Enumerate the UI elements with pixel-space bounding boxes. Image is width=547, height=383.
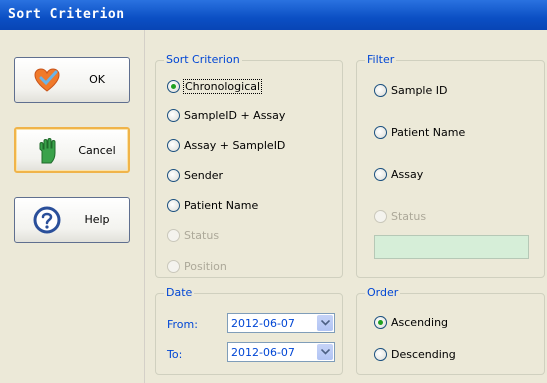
to-date-value: 2012-06-07 (231, 346, 295, 359)
sort-criterion-legend: Sort Criterion (164, 53, 242, 66)
ok-button-label: OK (89, 73, 105, 86)
button-pane: OK Cancel Help (0, 30, 145, 383)
chevron-down-icon[interactable] (317, 315, 333, 331)
sort-option-position: Position (167, 258, 227, 274)
from-date-picker[interactable]: 2012-06-07 (227, 313, 335, 333)
filter-legend: Filter (365, 53, 397, 66)
radio-dot (374, 125, 387, 139)
radio-dot (167, 228, 180, 242)
date-legend: Date (164, 286, 195, 299)
title-bar: Sort Criterion (0, 0, 547, 30)
date-group: Date (155, 287, 343, 375)
from-date-value: 2012-06-07 (231, 317, 295, 330)
raised-hand-icon (39, 138, 56, 164)
order-group: Order (356, 287, 545, 375)
chevron-down-icon[interactable] (317, 344, 333, 360)
sort-option-chronological[interactable]: Chronological (167, 78, 263, 94)
radio-dot (167, 108, 180, 122)
radio-dot (167, 138, 180, 152)
radio-dot (374, 167, 387, 181)
sort-option-patient-name[interactable]: Patient Name (167, 197, 258, 213)
radio-dot (374, 315, 387, 329)
ok-button[interactable]: OK (14, 57, 130, 103)
help-button[interactable]: Help (14, 197, 130, 243)
heart-check-icon (34, 68, 60, 92)
sort-option-status: Status (167, 227, 219, 243)
order-option-ascending[interactable]: Ascending (374, 314, 448, 330)
radio-dot (167, 79, 180, 93)
order-legend: Order (365, 286, 401, 299)
question-icon (33, 206, 61, 234)
radio-dot (374, 83, 387, 97)
to-label: To: (167, 348, 183, 361)
window-title: Sort Criterion (8, 7, 125, 22)
cancel-button-label: Cancel (78, 144, 116, 157)
from-label: From: (167, 318, 198, 331)
filter-option-sample-id[interactable]: Sample ID (374, 82, 447, 98)
to-date-picker[interactable]: 2012-06-07 (227, 342, 335, 362)
filter-option-status: Status (374, 208, 426, 224)
radio-dot (167, 198, 180, 212)
sort-option-sampleid-assay[interactable]: SampleID + Assay (167, 107, 285, 123)
sort-option-sender[interactable]: Sender (167, 167, 223, 183)
filter-option-assay[interactable]: Assay (374, 166, 423, 182)
radio-dot (167, 168, 180, 182)
help-button-label: Help (84, 213, 110, 226)
sort-option-assay-sampleid[interactable]: Assay + SampleID (167, 137, 285, 153)
filter-option-patient-name[interactable]: Patient Name (374, 124, 465, 140)
cancel-button[interactable]: Cancel (14, 127, 130, 173)
radio-dot (374, 209, 387, 223)
radio-dot (374, 347, 387, 361)
order-option-descending[interactable]: Descending (374, 346, 456, 362)
status-filter-box[interactable] (374, 235, 529, 259)
radio-dot (167, 259, 180, 273)
